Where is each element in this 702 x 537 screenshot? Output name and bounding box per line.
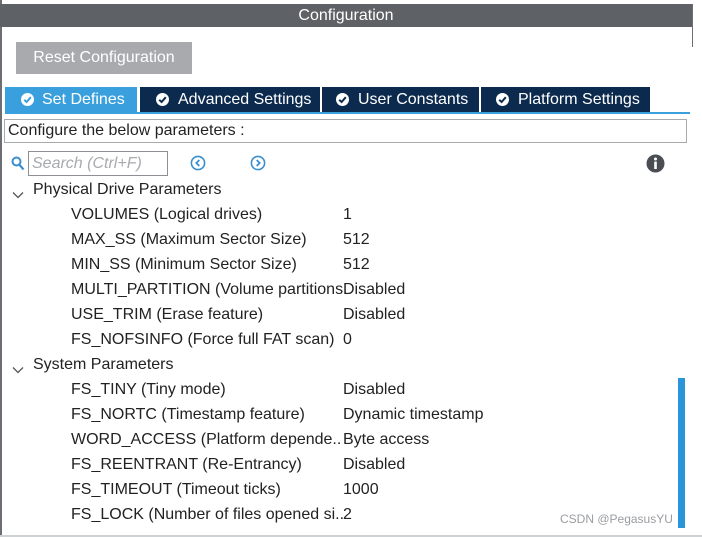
param-name[interactable]: VOLUMES (Logical drives) (71, 205, 262, 225)
param-value[interactable]: Disabled (343, 455, 405, 475)
chevron-down-icon[interactable] (12, 361, 24, 374)
param-value[interactable]: Disabled (343, 305, 405, 325)
param-name[interactable]: FS_TINY (Tiny mode) (71, 380, 226, 400)
scrollbar-thumb[interactable] (678, 378, 685, 528)
param-name[interactable]: FS_NOFSINFO (Force full FAT scan) (71, 330, 334, 350)
param-name[interactable]: FS_TIMEOUT (Timeout ticks) (71, 480, 281, 500)
param-name[interactable]: MULTI_PARTITION (Volume partitions. (71, 280, 348, 300)
previous-match-button[interactable] (190, 155, 206, 171)
tab-label: Advanced Settings (178, 91, 312, 108)
window-title: Configuration (0, 4, 692, 27)
window-left-border (0, 0, 2, 537)
group-system-parameters[interactable]: System Parameters (33, 355, 173, 375)
param-name[interactable]: USE_TRIM (Erase feature) (71, 305, 263, 325)
param-value[interactable]: 1 (343, 205, 352, 225)
tab-set-defines[interactable]: Set Defines (5, 87, 137, 113)
check-circle-icon (336, 93, 349, 106)
param-name[interactable]: FS_LOCK (Number of files opened si.. (71, 505, 344, 525)
param-name[interactable]: WORD_ACCESS (Platform depende.. (71, 430, 341, 450)
param-value[interactable]: Byte access (343, 430, 429, 450)
param-value[interactable]: 0 (343, 330, 352, 350)
param-value[interactable]: Disabled (343, 280, 405, 300)
search-input[interactable] (28, 151, 168, 176)
info-icon (646, 154, 665, 173)
param-name[interactable]: FS_REENTRANT (Re-Entrancy) (71, 455, 302, 475)
group-physical-drive-parameters[interactable]: Physical Drive Parameters (33, 180, 222, 200)
description-box: Configure the below parameters : (4, 119, 687, 143)
next-match-button[interactable] (250, 155, 266, 171)
param-value[interactable]: Dynamic timestamp (343, 405, 483, 425)
param-value[interactable]: 512 (343, 230, 370, 250)
chevron-left-circle-icon (190, 155, 206, 171)
title-right-border (692, 4, 693, 47)
search-icon (11, 156, 25, 177)
tab-advanced-settings[interactable]: Advanced Settings (140, 87, 320, 113)
param-value[interactable]: Disabled (343, 380, 405, 400)
param-value[interactable]: 2 (343, 505, 352, 525)
param-name[interactable]: MIN_SS (Minimum Sector Size) (71, 255, 297, 275)
check-circle-icon (156, 93, 169, 106)
watermark: CSDN @PegasusYU (560, 512, 673, 526)
tab-platform-settings[interactable]: Platform Settings (481, 87, 650, 113)
param-name[interactable]: MAX_SS (Maximum Sector Size) (71, 230, 307, 250)
tab-label: Platform Settings (518, 91, 640, 108)
tab-label: Set Defines (42, 91, 125, 108)
param-value[interactable]: 512 (343, 255, 370, 275)
check-circle-icon (21, 93, 34, 106)
chevron-down-icon[interactable] (12, 186, 24, 199)
chevron-right-circle-icon (250, 155, 266, 171)
info-button[interactable] (646, 154, 665, 173)
tab-user-constants[interactable]: User Constants (322, 87, 479, 113)
tab-underline (5, 112, 690, 114)
param-name[interactable]: FS_NORTC (Timestamp feature) (71, 405, 305, 425)
check-circle-icon (496, 93, 509, 106)
tab-label: User Constants (358, 91, 469, 108)
param-value[interactable]: 1000 (343, 480, 379, 500)
reset-configuration-button[interactable]: Reset Configuration (16, 42, 192, 74)
